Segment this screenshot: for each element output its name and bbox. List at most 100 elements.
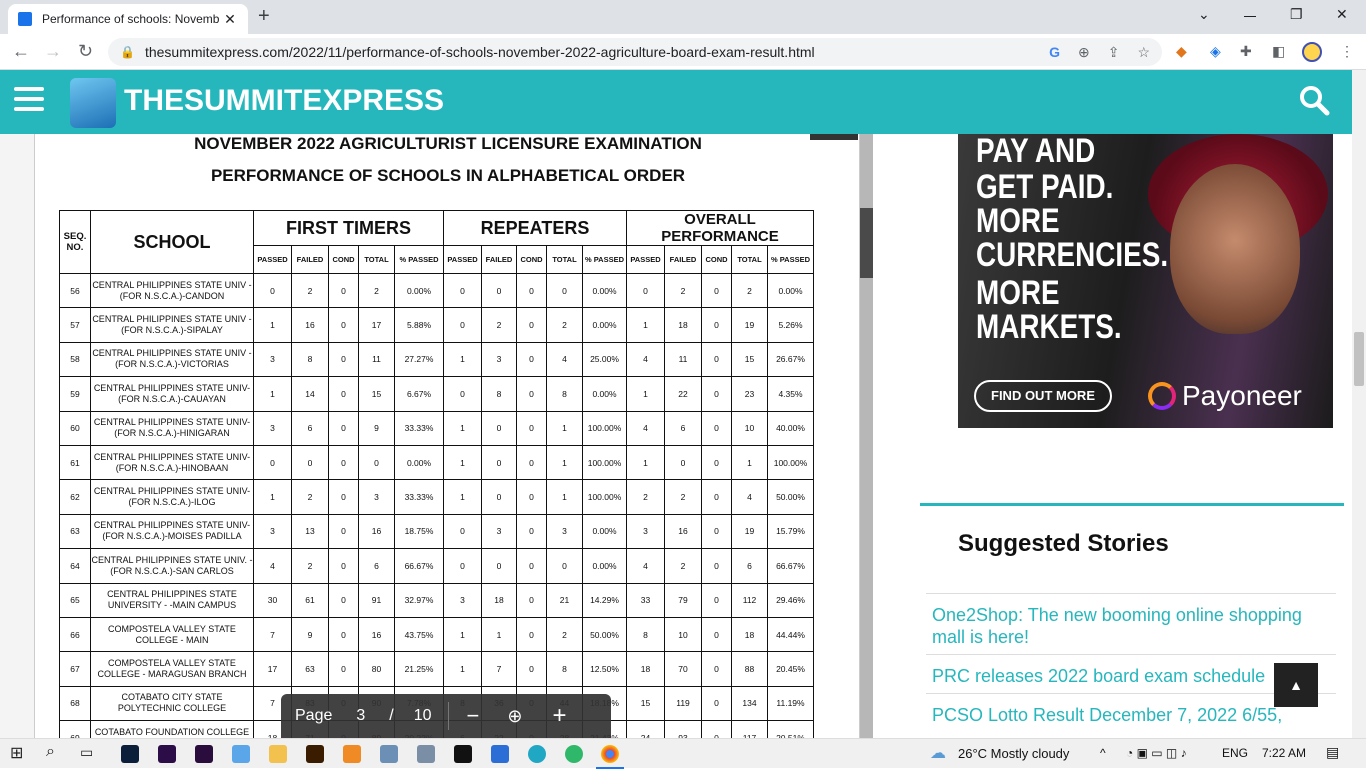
- value-cell: 117: [731, 720, 768, 738]
- value-cell: 63: [291, 651, 329, 687]
- search-icon[interactable]: [1298, 84, 1330, 116]
- camera-icon[interactable]: [417, 745, 435, 763]
- zoom-fit-icon[interactable]: ⊕: [507, 706, 522, 727]
- metamask-extension-icon[interactable]: ◆: [1176, 43, 1187, 60]
- value-cell: 2: [546, 307, 583, 343]
- logo-icon[interactable]: [70, 78, 116, 128]
- photoshop-icon[interactable]: [121, 745, 139, 763]
- file-explorer-icon[interactable]: [269, 745, 287, 763]
- windows-start-icon[interactable]: ⊞: [10, 743, 28, 762]
- browser-tab[interactable]: Performance of schools: Novemb ✕: [8, 4, 248, 34]
- tab-search-icon[interactable]: ⌄: [1198, 6, 1210, 23]
- close-window-button[interactable]: ✕: [1336, 6, 1348, 23]
- value-cell: 4: [626, 548, 665, 584]
- search-taskbar-icon[interactable]: ⌕: [46, 743, 64, 761]
- menu-kebab-icon[interactable]: ⋮: [1340, 43, 1354, 60]
- value-cell: 1: [253, 307, 292, 343]
- value-cell: 20.45%: [767, 651, 814, 687]
- chrome-taskbar-icon[interactable]: [601, 745, 619, 763]
- ad-cta-button[interactable]: FIND OUT MORE: [974, 380, 1112, 412]
- windows-taskbar: ⊞ ⌕ ▭ ☁ 26°C Mostly cloudy ^ ◔ ▣ ▭ ◫ ♪ E…: [0, 738, 1366, 769]
- story-link[interactable]: One2Shop: The new booming online shoppin…: [926, 593, 1336, 654]
- profile-avatar[interactable]: [1302, 42, 1322, 62]
- google-icon[interactable]: G: [1049, 44, 1060, 61]
- zoom-in-button[interactable]: +: [552, 702, 566, 730]
- value-cell: 0: [481, 272, 517, 309]
- minimize-button[interactable]: [1244, 16, 1256, 17]
- task-view-icon[interactable]: ▭: [80, 744, 98, 762]
- notification-icon[interactable]: ▤: [1326, 744, 1339, 761]
- scroll-to-top-button[interactable]: ▲: [1274, 663, 1318, 707]
- share-icon[interactable]: ⇪: [1108, 44, 1120, 61]
- illustrator-icon[interactable]: [306, 745, 324, 763]
- value-cell: 0: [701, 272, 732, 309]
- pdf-top-tab: [810, 134, 858, 140]
- tray-icons[interactable]: ◔ ▣ ▭ ◫ ♪: [1126, 746, 1187, 760]
- weather-text[interactable]: 26°C Mostly cloudy: [958, 746, 1069, 761]
- value-cell: 1: [253, 479, 292, 515]
- side-panel-icon[interactable]: ◧: [1272, 43, 1285, 60]
- seq-cell: 58: [59, 341, 91, 378]
- after-effects-icon[interactable]: [158, 745, 176, 763]
- page-scroll-thumb[interactable]: [1354, 332, 1364, 386]
- value-cell: 0: [328, 651, 359, 687]
- bookmark-star-icon[interactable]: ☆: [1137, 44, 1150, 61]
- premiere-icon[interactable]: [195, 745, 213, 763]
- whatsapp-icon[interactable]: [565, 745, 583, 763]
- value-cell: 2: [291, 479, 329, 515]
- zoom-out-button[interactable]: −: [467, 703, 480, 729]
- extensions-puzzle-icon[interactable]: ✚: [1240, 43, 1252, 60]
- pdf-scrollbar[interactable]: [860, 134, 873, 738]
- value-cell: 3: [253, 513, 292, 550]
- tab-close-icon[interactable]: ✕: [222, 11, 238, 28]
- address-bar[interactable]: 🔒 thesummitexpress.com/2022/11/performan…: [108, 38, 1162, 66]
- value-cell: 33: [626, 582, 665, 618]
- table-row: 66 COMPOSTELA VALLEY STATE COLLEGE - MAIN…: [59, 616, 814, 653]
- site-logo-text[interactable]: THESUMMITEXPRESS: [124, 84, 444, 118]
- seq-cell: 57: [59, 307, 91, 343]
- forward-arrow-icon[interactable]: →: [44, 41, 62, 62]
- clock[interactable]: 7:22 AM: [1262, 746, 1306, 760]
- language-indicator[interactable]: ENG: [1222, 746, 1248, 760]
- value-cell: 16: [664, 513, 702, 550]
- hamburger-menu-icon[interactable]: [14, 87, 44, 117]
- restore-button[interactable]: ❐: [1290, 6, 1303, 23]
- pycharm-icon[interactable]: [454, 745, 472, 763]
- shield-extension-icon[interactable]: ◈: [1210, 43, 1221, 60]
- table-row: 56 CENTRAL PHILIPPINES STATE UNIV - (FOR …: [59, 272, 814, 309]
- zoom-icon[interactable]: ⊕: [1078, 44, 1090, 61]
- current-page[interactable]: 3: [356, 707, 365, 725]
- value-cell: 0: [443, 513, 482, 550]
- value-cell: 9: [291, 616, 329, 653]
- app-circle-icon[interactable]: [528, 745, 546, 763]
- value-cell: 0: [516, 444, 547, 481]
- value-cell: 70: [664, 651, 702, 687]
- value-cell: 19: [731, 307, 768, 343]
- settings-icon[interactable]: [491, 745, 509, 763]
- overall-header: OVERALL PERFORMANCE: [626, 210, 814, 246]
- back-arrow-icon[interactable]: ←: [12, 41, 30, 62]
- reload-icon[interactable]: ↻: [78, 41, 93, 62]
- column-subheader: FAILED: [291, 245, 329, 274]
- ad-portrait-graphic: [1170, 164, 1300, 334]
- value-cell: 3: [358, 479, 395, 515]
- vlc-icon[interactable]: [343, 745, 361, 763]
- tray-chevron-icon[interactable]: ^: [1100, 746, 1106, 760]
- value-cell: 100.00%: [582, 479, 627, 515]
- value-cell: 2: [664, 479, 702, 515]
- app-icon[interactable]: [380, 745, 398, 763]
- seq-cell: 66: [59, 616, 91, 653]
- new-tab-button[interactable]: +: [258, 5, 270, 28]
- payoneer-ad[interactable]: PAY AND GET PAID. MORE CURRENCIES. MORE MARKE…: [958, 134, 1333, 428]
- column-subheader: TOTAL: [546, 245, 583, 274]
- school-header: SCHOOL: [90, 210, 254, 274]
- notepad-icon[interactable]: [232, 745, 250, 763]
- school-cell: COMPOSTELA VALLEY STATE COLLEGE - MARAGU…: [90, 651, 254, 687]
- page-scrollbar[interactable]: [1352, 70, 1366, 738]
- pdf-page[interactable]: NOVEMBER 2022 AGRICULTURIST LICENSURE EX…: [34, 134, 860, 738]
- value-cell: 21.25%: [394, 651, 444, 687]
- pdf-scroll-thumb[interactable]: [860, 208, 873, 278]
- value-cell: 25.00%: [582, 341, 627, 378]
- ad-headline-line: MORE: [976, 202, 1060, 240]
- school-cell: CENTRAL PHILIPPINES STATE UNIV- (FOR N.S…: [90, 376, 254, 412]
